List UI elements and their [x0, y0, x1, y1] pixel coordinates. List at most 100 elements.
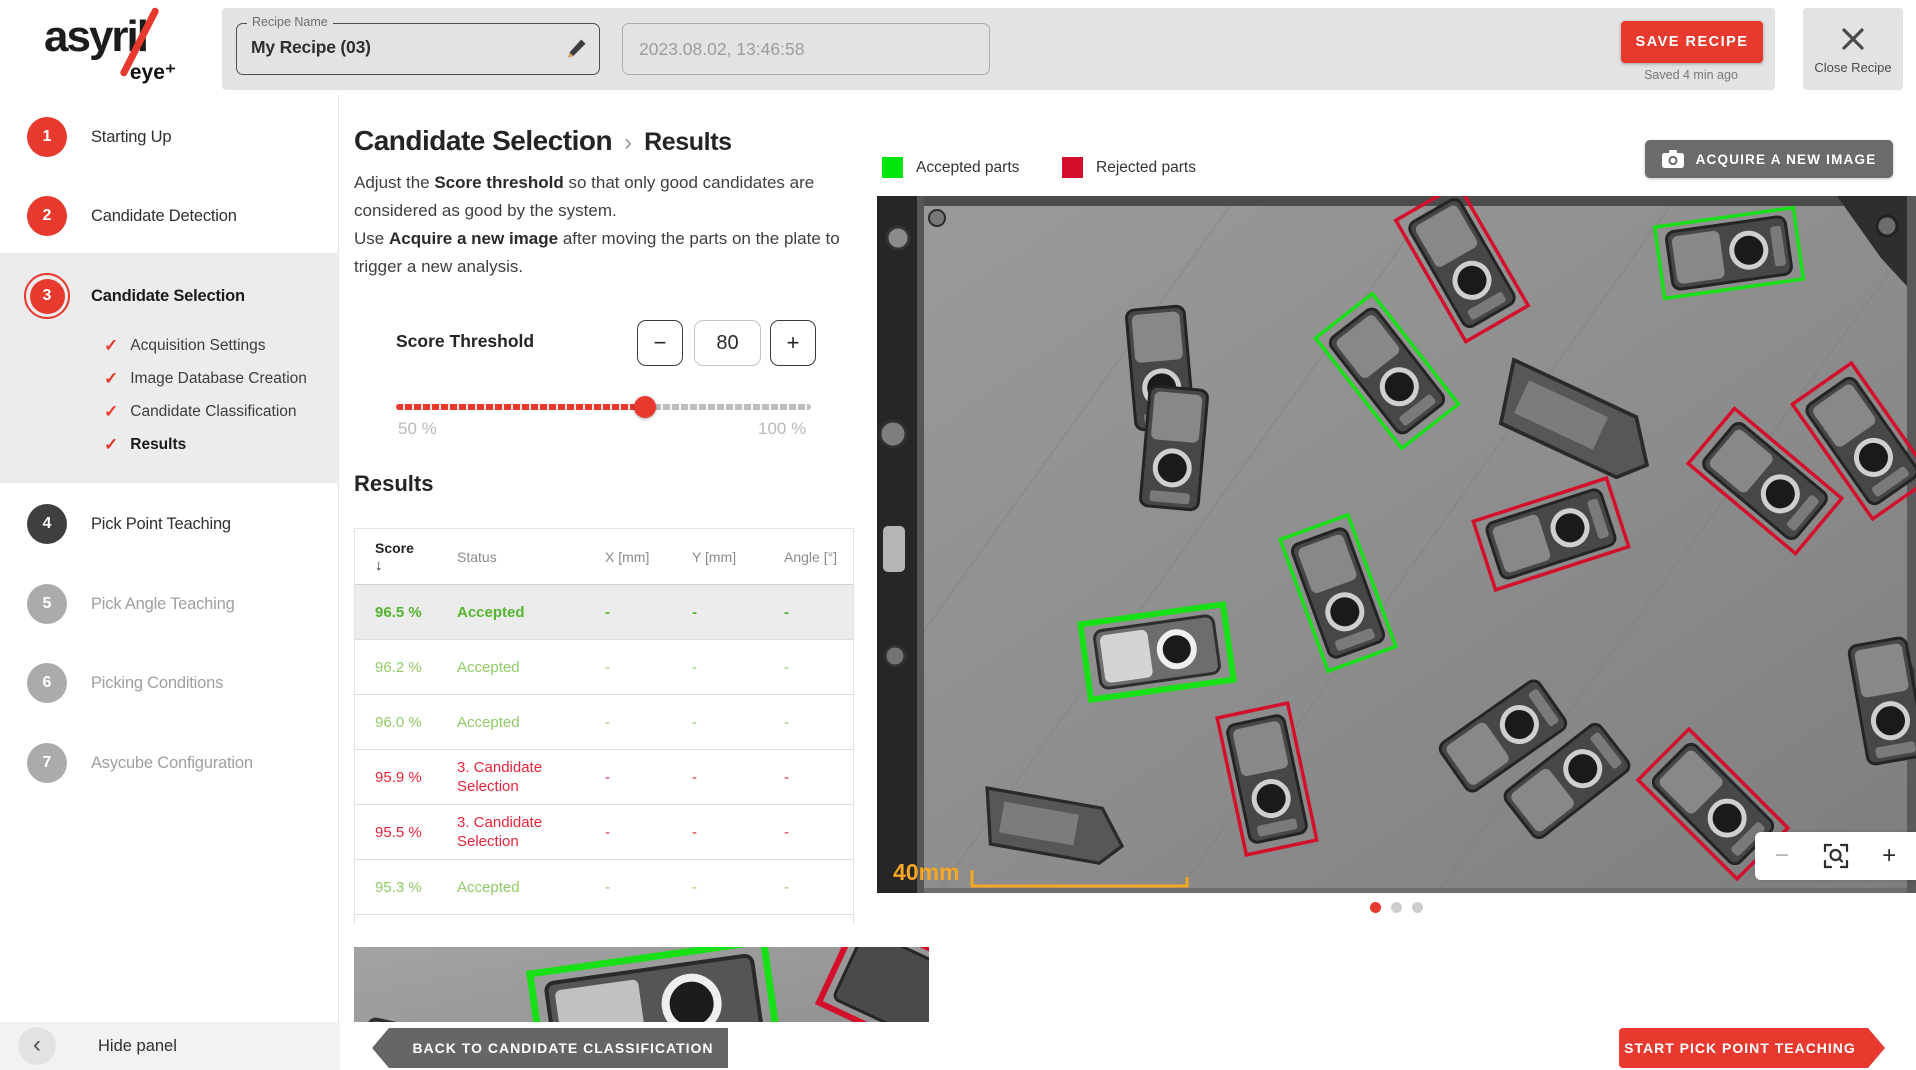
results-table: Score ↓ Status X [mm] Y [mm] Angle [°] 9… — [354, 528, 854, 925]
sort-descending-icon: ↓ — [375, 557, 457, 574]
sidebar-step-picking-conditions[interactable]: 6 Picking Conditions — [0, 659, 339, 707]
score-threshold-label: Score Threshold — [396, 331, 534, 352]
cell-status: 3. Candidate Selection — [457, 923, 605, 925]
description-text: Use — [354, 229, 389, 248]
edit-pencil-icon[interactable] — [563, 36, 589, 62]
results-title: Results — [354, 471, 433, 497]
table-row[interactable]: 96.5 % Accepted - - - — [355, 585, 853, 640]
zoom-controls: − + — [1755, 832, 1916, 880]
breadcrumb-section: Candidate Selection — [354, 125, 612, 157]
step-number-badge: 5 — [27, 584, 67, 624]
close-recipe-label: Close Recipe — [1814, 60, 1891, 75]
cell-y: - — [692, 879, 784, 896]
cell-x: - — [605, 659, 692, 676]
hide-panel-label[interactable]: Hide panel — [98, 1037, 177, 1056]
cell-status: Accepted — [457, 658, 605, 677]
saved-status-text: Saved 4 min ago — [1591, 68, 1791, 82]
asyril-eye-logo: asyril eye⁺ — [44, 12, 194, 86]
fit-to-view-button[interactable] — [1809, 832, 1863, 880]
substep-label: Acquisition Settings — [130, 337, 265, 355]
column-header-y[interactable]: Y [mm] — [692, 549, 784, 565]
cell-y: - — [692, 714, 784, 731]
cell-angle: - — [784, 714, 853, 731]
chevron-right-icon: › — [624, 129, 632, 157]
acquire-new-image-button[interactable]: ACQUIRE A NEW IMAGE — [1645, 140, 1893, 178]
step-label: Pick Point Teaching — [91, 515, 231, 534]
score-threshold-slider[interactable] — [396, 395, 811, 419]
step-number-badge: 3 — [30, 279, 65, 314]
table-row[interactable]: 95.5 % 3. Candidate Selection - - - — [355, 805, 853, 860]
cell-status: Accepted — [457, 878, 605, 897]
column-header-x[interactable]: X [mm] — [605, 549, 692, 565]
cell-y: - — [692, 824, 784, 841]
camera-image[interactable]: 40mm — [877, 196, 1916, 893]
back-to-candidate-classification-button[interactable]: BACK TO CANDIDATE CLASSIFICATION — [372, 1028, 728, 1068]
substep-label: Results — [130, 436, 186, 454]
table-row[interactable]: 96.2 % Accepted - - - — [355, 640, 853, 695]
page-description: Adjust the Score threshold so that only … — [354, 169, 862, 281]
sidebar-substep-acquisition-settings[interactable]: ✓ Acquisition Settings — [0, 331, 339, 361]
table-row[interactable]: 3. Candidate Selection — [355, 915, 853, 925]
brand-text: asyril — [44, 12, 194, 62]
zoom-in-button[interactable]: + — [1862, 832, 1916, 880]
cell-status: Accepted — [457, 713, 605, 732]
pagination-dot[interactable] — [1370, 902, 1381, 913]
sidebar-step-asycube-configuration[interactable]: 7 Asycube Configuration — [0, 739, 339, 787]
step-number-badge: 7 — [27, 743, 67, 783]
rejected-color-swatch — [1062, 157, 1083, 178]
step-number-badge-ring: 3 — [24, 273, 70, 319]
sidebar-step-pick-point-teaching[interactable]: 4 Pick Point Teaching — [0, 500, 339, 548]
step-label: Asycube Configuration — [91, 754, 253, 773]
cell-score: 95.9 % — [375, 769, 457, 786]
slider-handle[interactable] — [634, 396, 656, 418]
cell-angle: - — [784, 879, 853, 896]
sidebar-step-candidate-selection[interactable]: 3 Candidate Selection — [0, 272, 339, 320]
cell-x: - — [605, 824, 692, 841]
zoom-out-button[interactable]: − — [1755, 832, 1809, 880]
cell-score: 96.2 % — [375, 659, 457, 676]
cell-status: 3. Candidate Selection — [457, 758, 605, 796]
table-row[interactable]: 95.9 % 3. Candidate Selection - - - — [355, 750, 853, 805]
save-recipe-button[interactable]: SAVE RECIPE — [1621, 21, 1763, 63]
substep-label: Candidate Classification — [130, 403, 296, 421]
fit-view-icon — [1823, 843, 1849, 869]
cell-score: 95.3 % — [375, 879, 457, 896]
column-header-score[interactable]: Score ↓ — [375, 540, 457, 574]
sidebar-step-candidate-detection[interactable]: 2 Candidate Detection — [0, 192, 339, 240]
column-header-status[interactable]: Status — [457, 549, 605, 565]
pagination-dot[interactable] — [1391, 902, 1402, 913]
threshold-increment-button[interactable]: + — [770, 320, 816, 366]
sidebar-substep-candidate-classification[interactable]: ✓ Candidate Classification — [0, 397, 339, 427]
sidebar-substep-image-database-creation[interactable]: ✓ Image Database Creation — [0, 364, 339, 394]
cell-angle: - — [784, 659, 853, 676]
threshold-decrement-button[interactable]: − — [637, 320, 683, 366]
column-header-angle[interactable]: Angle [°] — [784, 549, 853, 565]
start-pick-point-teaching-button[interactable]: START PICK POINT TEACHING — [1619, 1028, 1885, 1068]
footer-left-panel: ‹ Hide panel — [0, 1022, 340, 1070]
cell-y: - — [692, 769, 784, 786]
threshold-value-field[interactable]: 80 — [694, 320, 761, 366]
cell-x: - — [605, 714, 692, 731]
step-number-badge: 1 — [27, 117, 67, 157]
step-label: Starting Up — [91, 128, 171, 147]
sidebar-step-starting-up[interactable]: 1 Starting Up — [0, 113, 339, 161]
description-bold: Score threshold — [434, 173, 563, 192]
cell-angle: - — [784, 769, 853, 786]
table-row[interactable]: 96.0 % Accepted - - - — [355, 695, 853, 750]
cell-angle: - — [784, 824, 853, 841]
collapse-panel-button[interactable]: ‹ — [18, 1027, 56, 1065]
check-icon: ✓ — [104, 336, 118, 356]
recipe-name-field[interactable]: Recipe Name My Recipe (03) — [236, 23, 600, 75]
legend-accepted: Accepted parts — [882, 157, 1019, 178]
footer-bar: ‹ Hide panel BACK TO CANDIDATE CLASSIFIC… — [0, 1022, 1916, 1070]
step-label: Pick Angle Teaching — [91, 595, 235, 614]
cell-score: 96.0 % — [375, 714, 457, 731]
image-viewer: Accepted parts Rejected parts ACQUIRE A … — [877, 130, 1916, 930]
table-row[interactable]: 95.3 % Accepted - - - — [355, 860, 853, 915]
breadcrumb-page: Results — [644, 128, 732, 157]
chevron-left-icon: ‹ — [33, 1031, 41, 1059]
close-recipe-button[interactable]: Close Recipe — [1803, 8, 1903, 90]
sidebar-step-pick-angle-teaching[interactable]: 5 Pick Angle Teaching — [0, 580, 339, 628]
sidebar-substep-results[interactable]: ✓ Results — [0, 430, 339, 460]
pagination-dot[interactable] — [1412, 902, 1423, 913]
